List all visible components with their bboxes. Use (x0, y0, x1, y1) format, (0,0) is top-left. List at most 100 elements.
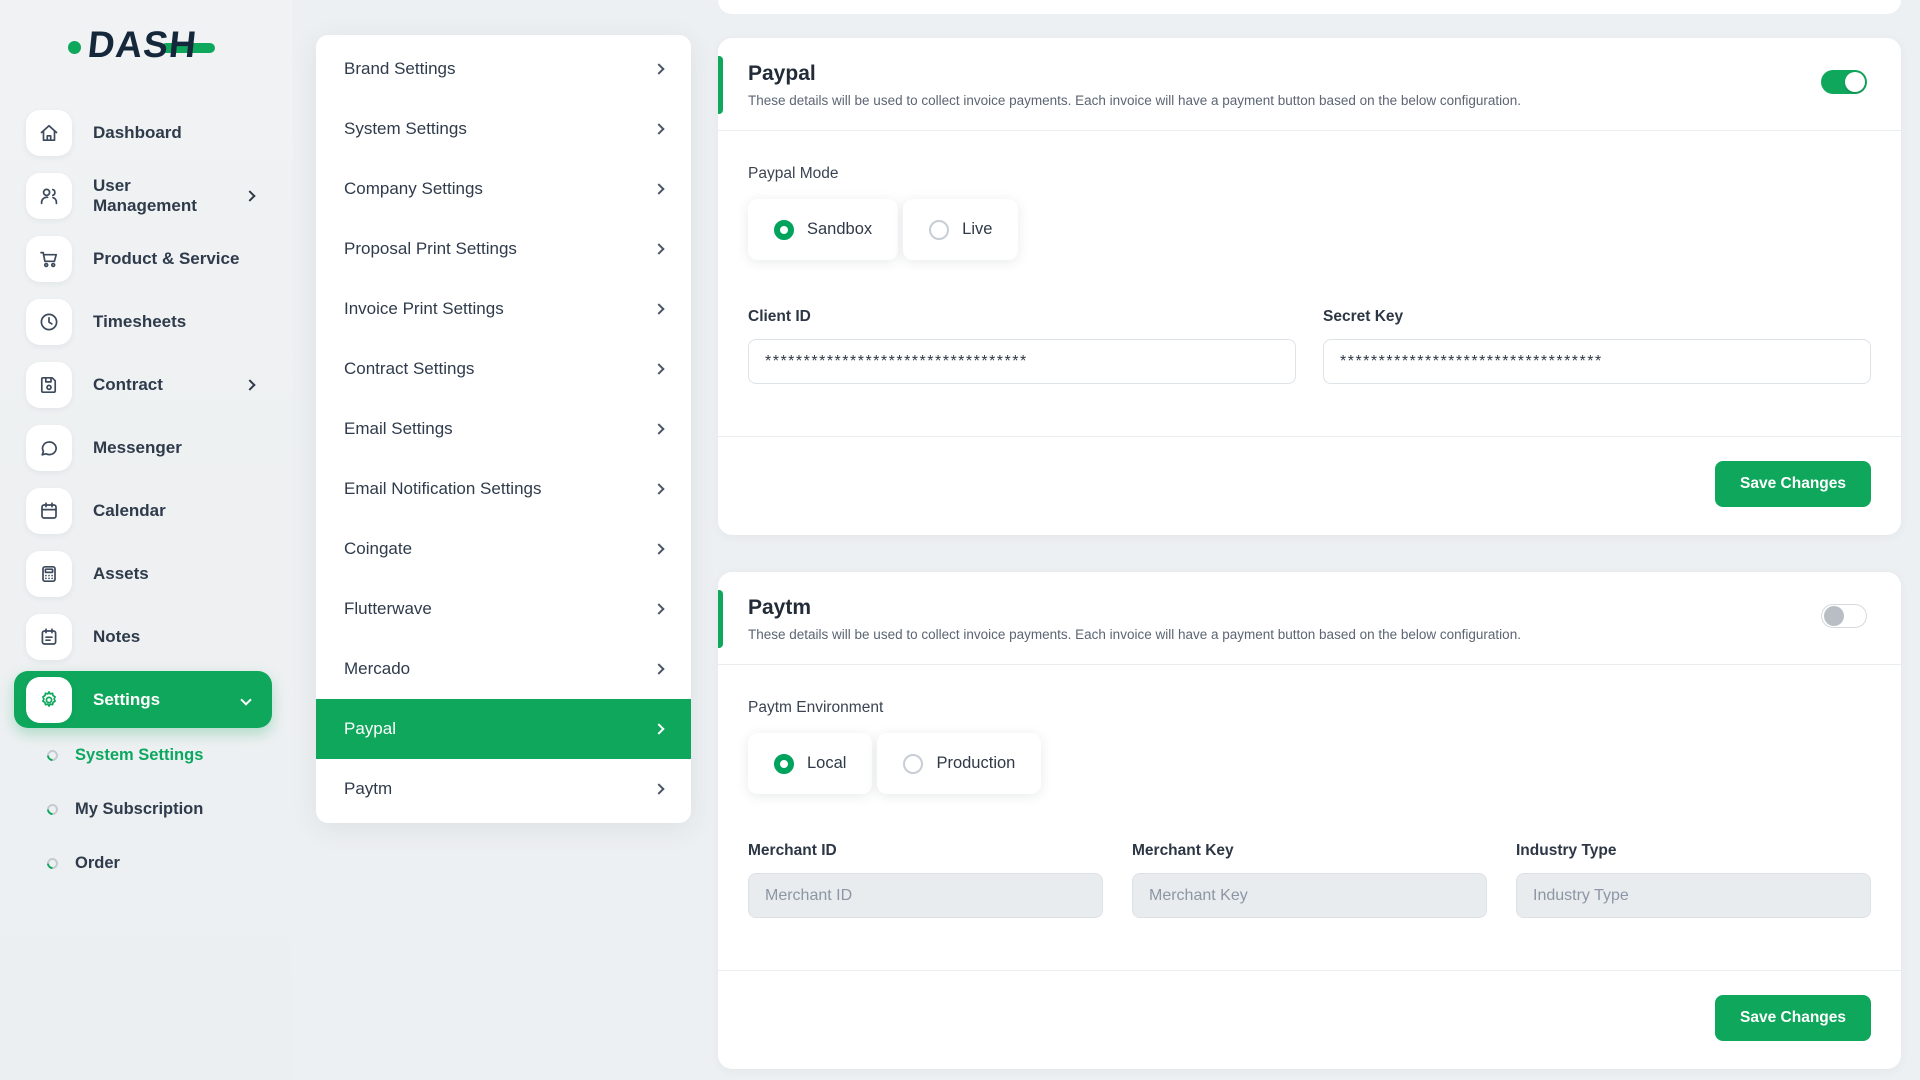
chevron-down-icon (242, 691, 250, 709)
sidebar: DASH Dashboard User Management Product &… (0, 0, 292, 1080)
menu-item-proposal-print-settings[interactable]: Proposal Print Settings (316, 219, 691, 279)
secret-key-label: Secret Key (1323, 308, 1871, 326)
paytm-save-button[interactable]: Save Changes (1715, 995, 1871, 1041)
paypal-mode-live[interactable]: Live (903, 199, 1018, 260)
chevron-right-icon (653, 183, 664, 194)
client-id-field[interactable] (748, 339, 1296, 384)
menu-item-email-settings[interactable]: Email Settings (316, 399, 691, 459)
paypal-save-button[interactable]: Save Changes (1715, 461, 1871, 507)
sidebar-item-timesheets[interactable]: Timesheets (14, 290, 272, 353)
brand-logo: DASH (68, 22, 215, 68)
secret-key-field[interactable] (1323, 339, 1871, 384)
menu-item-label: Mercado (344, 659, 410, 679)
paypal-fields: Client ID Secret Key (748, 308, 1871, 384)
paypal-mode-sandbox[interactable]: Sandbox (748, 199, 898, 260)
sidebar-item-product-service[interactable]: Product & Service (14, 227, 272, 290)
merchant-key-field[interactable] (1132, 873, 1487, 918)
sidebar-item-label: Contract (93, 375, 163, 395)
client-id-label: Client ID (748, 308, 1296, 326)
paypal-description: These details will be used to collect in… (748, 93, 1521, 108)
sidebar-subitem-label: System Settings (75, 746, 203, 765)
paytm-enabled-toggle[interactable] (1821, 604, 1867, 628)
settings-menu-panel: Brand Settings System Settings Company S… (316, 35, 691, 823)
menu-item-contract-settings[interactable]: Contract Settings (316, 339, 691, 399)
menu-item-label: Email Notification Settings (344, 479, 541, 499)
chevron-right-icon (653, 543, 664, 554)
chevron-right-icon (653, 303, 664, 314)
menu-item-label: Email Settings (344, 419, 453, 439)
paypal-enabled-toggle[interactable] (1821, 70, 1867, 94)
sidebar-subitem-my-subscription[interactable]: My Subscription (14, 782, 272, 836)
chevron-right-icon (246, 187, 254, 205)
industry-type-label: Industry Type (1516, 842, 1871, 860)
chevron-right-icon (653, 783, 664, 794)
sidebar-subitem-order[interactable]: Order (14, 836, 272, 890)
menu-item-paypal[interactable]: Paypal (316, 699, 691, 759)
chevron-right-icon (653, 663, 664, 674)
paytm-env-production[interactable]: Production (877, 733, 1041, 794)
paytm-settings-card: Paytm These details will be used to coll… (718, 572, 1901, 1069)
menu-item-brand-settings[interactable]: Brand Settings (316, 39, 691, 99)
menu-item-company-settings[interactable]: Company Settings (316, 159, 691, 219)
sidebar-subitem-label: My Subscription (75, 800, 203, 819)
users-icon (26, 173, 72, 219)
menu-item-label: Proposal Print Settings (344, 239, 517, 259)
menu-item-label: Coingate (344, 539, 412, 559)
paytm-title: Paytm (748, 596, 1521, 620)
sidebar-item-label: Timesheets (93, 312, 186, 332)
header-accent-bar (718, 56, 723, 114)
notebook-icon (26, 614, 72, 660)
sidebar-item-contract[interactable]: Contract (14, 353, 272, 416)
menu-item-label: Brand Settings (344, 59, 456, 79)
radio-label: Live (962, 220, 992, 239)
menu-item-invoice-print-settings[interactable]: Invoice Print Settings (316, 279, 691, 339)
sidebar-item-label: Messenger (93, 438, 182, 458)
sidebar-item-label: Calendar (93, 501, 166, 521)
chevron-right-icon (653, 603, 664, 614)
previous-card-edge (718, 0, 1901, 14)
chevron-right-icon (653, 483, 664, 494)
radio-unselected-icon (929, 220, 949, 240)
sidebar-item-notes[interactable]: Notes (14, 605, 272, 668)
paypal-mode-label: Paypal Mode (748, 165, 1871, 183)
menu-item-label: Invoice Print Settings (344, 299, 504, 319)
paytm-card-body: Paytm Environment Local Production Merch… (718, 665, 1901, 970)
paypal-mode-group: Sandbox Live (748, 199, 1871, 260)
paytm-env-local[interactable]: Local (748, 733, 872, 794)
gear-icon (26, 677, 72, 723)
sidebar-item-assets[interactable]: Assets (14, 542, 272, 605)
menu-item-system-settings[interactable]: System Settings (316, 99, 691, 159)
merchant-id-field[interactable] (748, 873, 1103, 918)
paypal-card-body: Paypal Mode Sandbox Live Client ID Secre… (718, 131, 1901, 436)
chevron-right-icon (653, 123, 664, 134)
industry-type-field[interactable] (1516, 873, 1871, 918)
sidebar-nav: Dashboard User Management Product & Serv… (14, 101, 272, 890)
logo-dot-icon (68, 41, 81, 54)
menu-item-paytm[interactable]: Paytm (316, 759, 691, 819)
paypal-settings-card: Paypal These details will be used to col… (718, 38, 1901, 535)
sidebar-item-label: User Management (93, 176, 225, 216)
paytm-card-footer: Save Changes (718, 971, 1901, 1069)
sidebar-item-label: Notes (93, 627, 140, 647)
menu-item-flutterwave[interactable]: Flutterwave (316, 579, 691, 639)
chevron-right-icon (653, 363, 664, 374)
paytm-environment-label: Paytm Environment (748, 699, 1871, 717)
menu-item-coingate[interactable]: Coingate (316, 519, 691, 579)
sidebar-item-dashboard[interactable]: Dashboard (14, 101, 272, 164)
sidebar-item-user-management[interactable]: User Management (14, 164, 272, 227)
paypal-title: Paypal (748, 62, 1521, 86)
menu-item-label: Flutterwave (344, 599, 432, 619)
menu-item-mercado[interactable]: Mercado (316, 639, 691, 699)
menu-item-email-notification-settings[interactable]: Email Notification Settings (316, 459, 691, 519)
sidebar-subitem-system-settings[interactable]: System Settings (14, 728, 272, 782)
chevron-right-icon (653, 63, 664, 74)
radio-label: Production (936, 754, 1015, 773)
radio-unselected-icon (903, 754, 923, 774)
sidebar-item-messenger[interactable]: Messenger (14, 416, 272, 479)
calculator-icon (26, 551, 72, 597)
sidebar-item-settings[interactable]: Settings (14, 671, 272, 728)
sidebar-item-calendar[interactable]: Calendar (14, 479, 272, 542)
chevron-right-icon (653, 423, 664, 434)
radio-selected-icon (774, 220, 794, 240)
sidebar-item-label: Dashboard (93, 123, 182, 143)
